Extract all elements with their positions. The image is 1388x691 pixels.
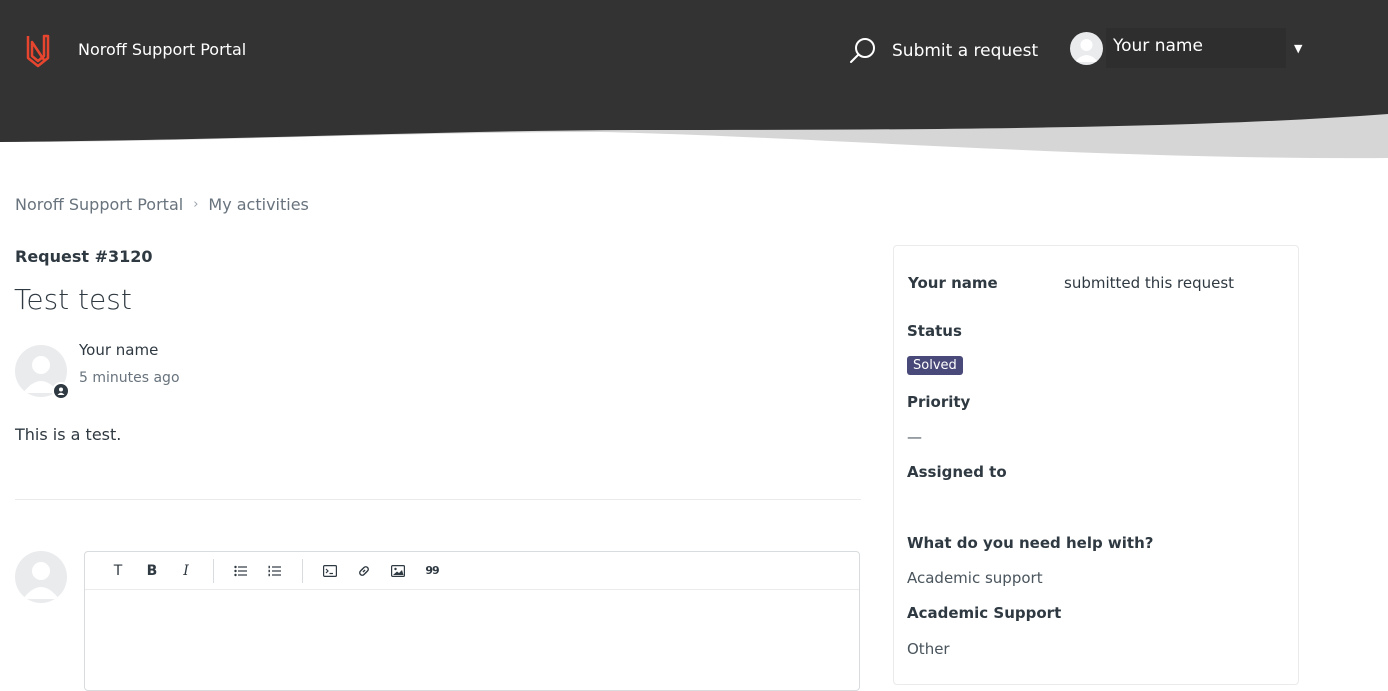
- comment-timestamp: 5 minutes ago: [79, 370, 180, 386]
- text-format-button[interactable]: T: [101, 557, 135, 585]
- user-icon: [1075, 38, 1098, 62]
- brand-name[interactable]: Noroff Support Portal: [78, 40, 246, 59]
- italic-button[interactable]: I: [169, 557, 203, 585]
- assigned-to-label: Assigned to: [907, 463, 1007, 481]
- divider: [15, 499, 861, 500]
- breadcrumb: Noroff Support Portal › My activities: [15, 195, 309, 214]
- breadcrumb-home[interactable]: Noroff Support Portal: [15, 195, 183, 214]
- top-bar: Noroff Support Portal Submit a request Y…: [0, 0, 1388, 110]
- user-avatar: [1070, 31, 1103, 65]
- reply-editor[interactable]: T B I 99: [84, 551, 860, 691]
- search-icon: [850, 38, 875, 63]
- academic-support-label: Academic Support: [907, 604, 1062, 622]
- breadcrumb-separator: ›: [193, 197, 199, 212]
- header-wave: [0, 108, 1388, 159]
- end-user-badge-icon: [52, 382, 70, 400]
- toolbar-separator: [302, 558, 303, 583]
- academic-support-value: Other: [907, 640, 950, 658]
- comment-body: This is a test.: [15, 425, 122, 444]
- code-block-button[interactable]: [313, 557, 347, 585]
- image-button[interactable]: [381, 557, 415, 585]
- priority-value: —: [907, 428, 922, 446]
- bold-button[interactable]: B: [135, 557, 169, 585]
- help-topic-label: What do you need help with?: [907, 534, 1154, 552]
- request-title: Test test: [14, 283, 132, 316]
- toolbar-separator: [213, 558, 214, 583]
- author-name: Your name: [79, 341, 159, 359]
- request-details-sidebar: Your name submitted this request Status …: [893, 245, 1299, 685]
- submit-request-link[interactable]: Submit a request: [848, 37, 1038, 65]
- status-badge: Solved: [907, 356, 963, 375]
- user-icon: [23, 562, 59, 599]
- link-icon: [359, 565, 369, 576]
- user-name: Your name: [1106, 28, 1286, 68]
- bulleted-list-icon: [234, 565, 247, 576]
- code-block-icon: [323, 564, 337, 577]
- priority-label: Priority: [907, 393, 971, 411]
- help-topic-value: Academic support: [907, 569, 1043, 587]
- request-id: Request #3120: [15, 247, 153, 266]
- status-label: Status: [907, 322, 962, 340]
- numbered-list-button[interactable]: [258, 557, 292, 585]
- quote-button[interactable]: 99: [415, 557, 449, 585]
- submitted-text: submitted this request: [1064, 274, 1235, 292]
- numbered-list-icon: [268, 565, 281, 576]
- noroff-logo-icon[interactable]: [24, 32, 52, 68]
- user-menu[interactable]: Your name ▼: [1070, 28, 1310, 68]
- reply-avatar: [15, 551, 67, 603]
- breadcrumb-my-activities[interactable]: My activities: [208, 195, 309, 214]
- editor-toolbar: T B I 99: [85, 552, 859, 590]
- submit-request-label: Submit a request: [892, 41, 1039, 61]
- bulleted-list-button[interactable]: [224, 557, 258, 585]
- image-icon: [391, 564, 405, 577]
- caret-down-icon: ▼: [1294, 41, 1303, 55]
- submitter-name: Your name: [908, 274, 998, 292]
- link-button[interactable]: [347, 557, 381, 585]
